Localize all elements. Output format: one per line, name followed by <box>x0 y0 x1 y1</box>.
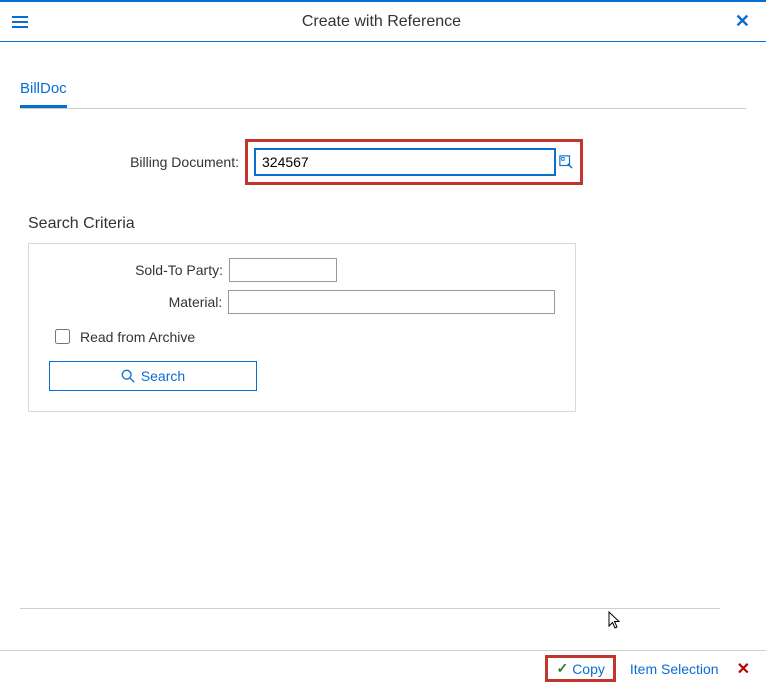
copy-button[interactable]: ✓ Copy <box>545 655 615 682</box>
dialog-title: Create with Reference <box>302 13 461 31</box>
dialog-footer: ✓ Copy Item Selection ✕ <box>0 650 766 686</box>
sold-to-label: Sold-To Party: <box>49 262 229 278</box>
dialog-header: Create with Reference ✕ <box>0 2 766 42</box>
read-archive-checkbox[interactable] <box>55 329 70 344</box>
value-help-icon[interactable] <box>556 148 574 176</box>
material-label: Material: <box>49 294 228 310</box>
cursor-icon <box>608 611 624 631</box>
menu-icon[interactable] <box>12 12 32 32</box>
tab-billdoc[interactable]: BillDoc <box>20 80 67 108</box>
footer-divider <box>20 608 720 609</box>
read-archive-label: Read from Archive <box>80 329 195 345</box>
search-criteria-panel: Sold-To Party: Material: Read from Archi… <box>28 243 576 412</box>
search-button[interactable]: Search <box>49 361 257 391</box>
sold-to-input[interactable] <box>229 258 337 282</box>
billing-document-input[interactable] <box>254 148 556 176</box>
item-selection-button[interactable]: Item Selection <box>630 661 719 677</box>
billing-document-row: Billing Document: <box>20 139 746 185</box>
tab-bar: BillDoc <box>20 80 746 109</box>
billing-document-label: Billing Document: <box>20 154 245 170</box>
search-icon <box>121 369 135 383</box>
search-button-label: Search <box>141 368 185 384</box>
search-criteria-title: Search Criteria <box>28 215 746 233</box>
close-icon[interactable]: ✕ <box>731 11 754 32</box>
billing-document-highlight <box>245 139 583 185</box>
cancel-icon[interactable]: ✕ <box>733 659 754 679</box>
check-icon: ✓ <box>556 660 568 677</box>
material-input[interactable] <box>228 290 555 314</box>
copy-button-label: Copy <box>572 661 605 677</box>
